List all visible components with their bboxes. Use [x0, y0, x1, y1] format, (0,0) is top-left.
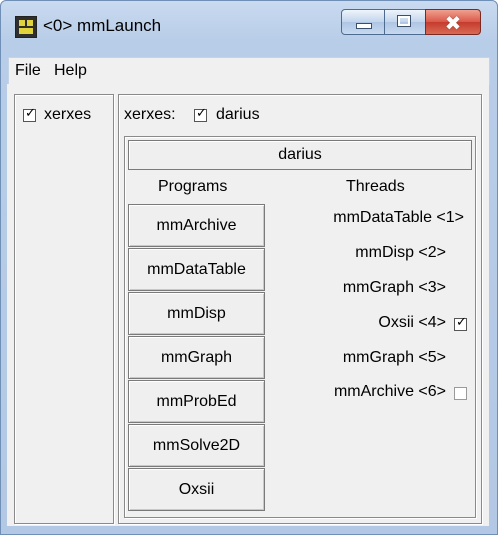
- title-bar[interactable]: <0> mmLaunch ✖: [1, 1, 497, 53]
- thread-checkbox-mmarchive-6[interactable]: [454, 387, 467, 400]
- close-button[interactable]: ✖: [425, 9, 481, 35]
- menu-bar: File Help: [8, 57, 490, 85]
- maximize-icon: [397, 15, 411, 27]
- thread-checkbox-oxsii-4[interactable]: ✓: [454, 315, 467, 331]
- node-checkbox-darius[interactable]: ✓: [194, 106, 207, 122]
- program-label: Oxsii: [178, 481, 215, 498]
- program-label: mmDataTable: [147, 261, 246, 278]
- maximize-button[interactable]: [384, 9, 426, 35]
- programs-heading: Programs: [158, 178, 228, 195]
- host-panel-prefix: xerxes:: [124, 106, 176, 123]
- threads-list: mmDataTable <1> mmDisp <2> mmGraph <3> O…: [266, 205, 466, 405]
- program-button-mmarchive[interactable]: mmArchive: [128, 204, 265, 247]
- thread-label: mmDataTable <1>: [333, 209, 464, 226]
- node-header-label: darius: [278, 146, 322, 163]
- minimize-icon: [356, 23, 372, 29]
- program-button-mmdatatable[interactable]: mmDataTable: [128, 248, 265, 291]
- thread-label: mmDisp <2>: [355, 244, 446, 261]
- app-icon[interactable]: [15, 16, 37, 38]
- host-list-panel: [14, 94, 114, 524]
- minimize-button[interactable]: [341, 9, 385, 35]
- menu-help[interactable]: Help: [54, 62, 87, 80]
- thread-label: mmArchive <6>: [333, 383, 446, 400]
- program-button-oxsii[interactable]: Oxsii: [128, 468, 265, 511]
- host-checkbox-xerxes[interactable]: ✓: [23, 106, 36, 122]
- program-label: mmSolve2D: [152, 437, 241, 454]
- close-icon: ✖: [444, 11, 462, 35]
- host-label-xerxes[interactable]: xerxes: [44, 106, 91, 124]
- checkmark-icon: ✓: [456, 315, 467, 330]
- node-header-darius[interactable]: darius: [128, 140, 472, 170]
- program-button-mmprobed[interactable]: mmProbEd: [128, 380, 265, 423]
- thread-label: mmGraph <3>: [342, 279, 446, 296]
- thread-label: Oxsii <4>: [378, 314, 446, 331]
- program-label: mmArchive: [156, 217, 237, 234]
- threads-heading: Threads: [346, 178, 405, 195]
- program-button-mmdisp[interactable]: mmDisp: [128, 292, 265, 335]
- program-button-mmgraph[interactable]: mmGraph: [128, 336, 265, 379]
- program-button-mmsolve2d[interactable]: mmSolve2D: [128, 424, 265, 467]
- checkmark-icon: ✓: [196, 106, 207, 121]
- checkmark-icon: ✓: [25, 106, 36, 121]
- window-title: <0> mmLaunch: [43, 16, 162, 35]
- program-label: mmDisp: [167, 305, 226, 322]
- thread-label: mmGraph <5>: [342, 349, 446, 366]
- menu-file[interactable]: File: [15, 62, 41, 80]
- program-label: mmProbEd: [156, 393, 237, 410]
- program-label: mmGraph: [160, 349, 233, 366]
- node-label-darius[interactable]: darius: [216, 106, 260, 124]
